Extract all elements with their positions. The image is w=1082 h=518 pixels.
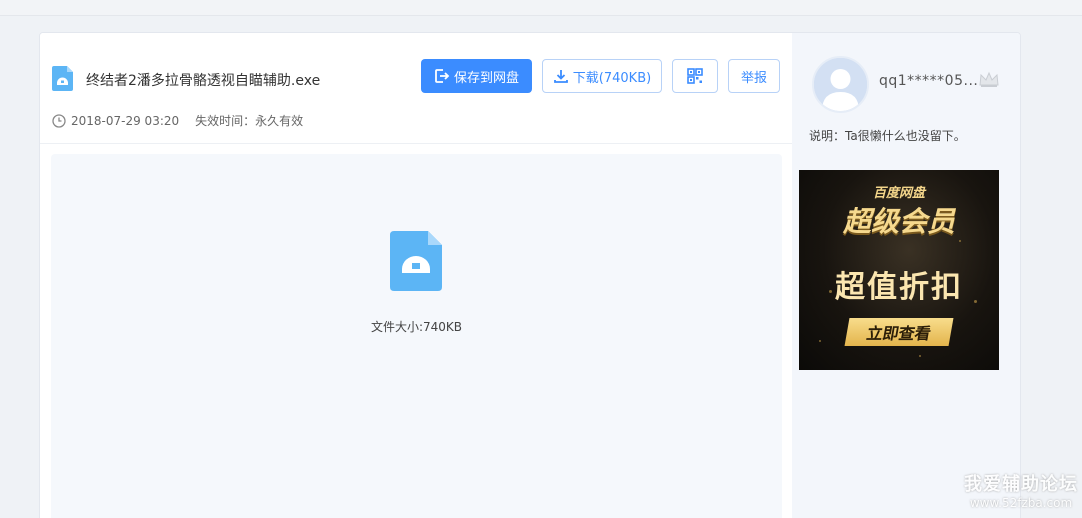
user-description: 说明：Ta很懒什么也没留下。: [809, 129, 966, 143]
file-meta: 2018-07-29 03:20 失效时间：永久有效: [52, 112, 303, 129]
download-button-label: 下载(740KB): [572, 70, 652, 86]
file-preview-icon: [390, 231, 442, 291]
watermark-title: 我爱辅助论坛: [964, 474, 1078, 495]
username[interactable]: qq1*****05...: [879, 73, 978, 89]
watermark: 我爱辅助论坛 www.52fzba.com: [962, 470, 1080, 510]
save-to-netdisk-button[interactable]: 保存到网盘: [421, 59, 532, 93]
qr-code-icon: [687, 68, 703, 84]
save-icon: [435, 69, 450, 83]
ad-cta-button[interactable]: 立即查看: [844, 318, 954, 346]
ad-cta-label: 立即查看: [865, 324, 933, 343]
download-button[interactable]: 下载(740KB): [542, 59, 662, 93]
share-card: 终结者2潘多拉骨骼透视自瞄辅助.exe 保存到网盘 下载(740KB) 举报 2…: [39, 32, 1021, 518]
sidebar: qq1*****05... 说明：Ta很懒什么也没留下。 百度网盘 超级会员 超…: [792, 33, 1020, 518]
file-preview-area: 文件大小:740KB: [51, 154, 782, 518]
download-icon: [553, 70, 568, 83]
save-button-label: 保存到网盘: [453, 70, 519, 86]
qr-code-button[interactable]: [672, 59, 718, 93]
ad-brand: 百度网盘: [872, 186, 925, 201]
file-icon: [52, 66, 73, 91]
clock-icon: [52, 113, 66, 128]
report-button[interactable]: 举报: [728, 59, 780, 93]
file-name: 终结者2潘多拉骨骼透视自瞄辅助.exe: [86, 73, 321, 89]
top-bar: [0, 0, 1082, 16]
user-avatar-icon: [814, 58, 867, 111]
divider: [40, 143, 792, 144]
ad-title: 超级会员: [842, 205, 955, 238]
file-panel: 终结者2潘多拉骨骼透视自瞄辅助.exe 保存到网盘 下载(740KB) 举报 2…: [40, 33, 792, 518]
report-button-label: 举报: [740, 70, 767, 86]
crown-icon: [979, 71, 999, 87]
ad-slogan: 超值折扣: [835, 270, 963, 305]
ad-banner[interactable]: 百度网盘 超级会员 超值折扣 立即查看: [799, 170, 999, 370]
upload-date: 2018-07-29 03:20: [71, 113, 180, 128]
expire-time: 失效时间：永久有效: [195, 114, 304, 128]
file-size: 文件大小:740KB: [370, 320, 463, 334]
avatar[interactable]: [812, 56, 869, 113]
watermark-url: www.52fzba.com: [969, 496, 1073, 510]
